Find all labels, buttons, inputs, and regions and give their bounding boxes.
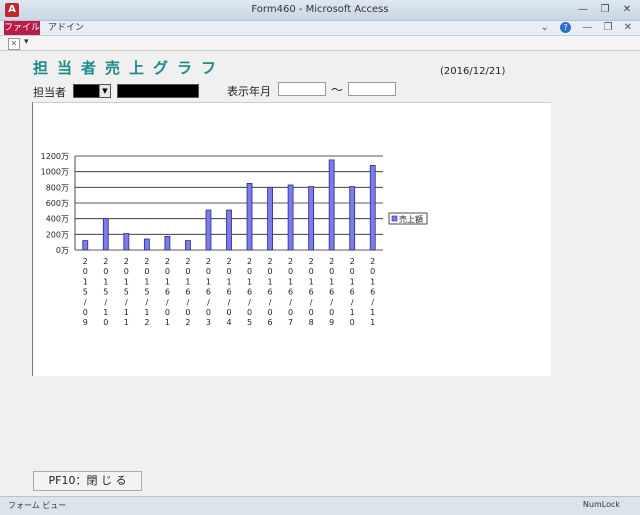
range-tilde: ～: [331, 83, 344, 97]
bar: [267, 186, 273, 251]
bar: [349, 186, 356, 251]
bar: [308, 186, 315, 251]
sales-chart-svg: 0万 200万 400万 600万 800万 1000万 1200万 2 0 1 5/0 9 2 0 1 5/…: [41, 152, 428, 327]
dropdown-arrow-icon[interactable]: ▼: [99, 85, 110, 97]
year-month-from-input[interactable]: [278, 82, 326, 96]
x-tick-label: 2 0 1 6/0 4: [226, 257, 231, 327]
close-window-button[interactable]: ✕: [618, 2, 636, 18]
close-form-button[interactable]: PF10：閉 じ る: [33, 471, 142, 491]
x-tick-label: 2 0 1 6/0 8: [309, 257, 314, 327]
x-tick-label: 2 0 1 6/0 3: [206, 257, 211, 327]
ribbon-tabs: ファイル アドイン ⌄ ? — ❐ ✕: [0, 21, 640, 36]
legend-swatch: [391, 215, 398, 222]
restore-button[interactable]: ❐: [596, 2, 614, 18]
x-tick-label: 2 0 1 6/0 7: [288, 257, 293, 327]
sales-chart: 0万 200万 400万 600万 800万 1000万 1200万 2 0 1 5/0 9 2 0 1 5/…: [32, 102, 551, 376]
window-title: Form460 - Microsoft Access: [251, 4, 389, 15]
staff-combobox[interactable]: ▼: [73, 84, 111, 98]
x-tick-label: 2 0 1 6/0 6: [268, 257, 273, 327]
y-tick-label: 800万: [46, 183, 69, 192]
x-tick-label: 2 0 1 6/0 1: [165, 257, 170, 327]
legend-label: 売上額: [399, 214, 423, 224]
tab-file[interactable]: ファイル: [4, 21, 40, 35]
close-form-icon[interactable]: ✕: [8, 38, 20, 50]
y-tick-label: 200万: [46, 230, 69, 239]
doc-minimize-button[interactable]: —: [582, 22, 592, 33]
bar: [123, 233, 130, 251]
x-tick-label: 2 0 1 6/0 2: [185, 257, 190, 327]
chevron-down-icon[interactable]: ▾: [24, 37, 29, 47]
bar: [369, 165, 376, 251]
ribbon-collapse-icon[interactable]: ⌄: [541, 22, 549, 33]
y-tick-label: 0万: [56, 246, 69, 255]
form-title: 担当者売上グラフ: [33, 59, 226, 77]
year-month-label: 表示年月: [227, 85, 271, 98]
x-tick-label: 2 0 1 5/1 0: [103, 257, 108, 327]
bar: [328, 159, 335, 251]
y-tick-label: 600万: [46, 199, 69, 208]
bar: [143, 238, 150, 251]
year-month-to-input[interactable]: [348, 82, 396, 96]
x-tick-label: 2 0 1 5/0 9: [83, 257, 88, 327]
view-mode-status: フォーム ビュー: [8, 501, 67, 510]
y-tick-label: 1200万: [41, 152, 69, 161]
staff-name-field: [117, 84, 199, 98]
status-bar: フォーム ビュー NumLock: [0, 496, 640, 515]
doc-close-button[interactable]: ✕: [624, 22, 632, 33]
help-icon[interactable]: ?: [560, 22, 572, 33]
tab-addin[interactable]: アドイン: [48, 21, 84, 35]
bar: [246, 183, 253, 251]
minimize-button[interactable]: —: [574, 2, 592, 18]
x-tick-label: 2 0 1 6/1 1: [370, 257, 375, 327]
x-tick-label: 2 0 1 6/0 5: [247, 257, 252, 327]
y-tick-label: 400万: [46, 215, 69, 224]
document-bar: ✕ ▾: [0, 36, 640, 51]
ribbon-controls: ⌄ ? — ❐ ✕: [533, 21, 632, 35]
report-date: (2016/12/21): [440, 66, 506, 77]
y-tick-label: 1000万: [41, 168, 69, 177]
numlock-status: NumLock: [582, 500, 620, 509]
staff-label: 担当者: [33, 86, 66, 99]
bar: [82, 240, 89, 251]
x-tick-label: 2 0 1 6/1 0: [350, 257, 355, 327]
x-tick-label: 2 0 1 5/1 2: [144, 257, 149, 327]
bar: [185, 240, 191, 251]
bar: [164, 235, 171, 251]
title-bar: A Form460 - Microsoft Access — ❐ ✕: [0, 0, 640, 21]
x-tick-label: 2 0 1 6/0 9: [329, 257, 334, 327]
doc-restore-button[interactable]: ❐: [603, 22, 612, 33]
x-tick-label: 2 0 1 5/1 1: [124, 257, 129, 327]
bar: [102, 218, 109, 251]
bar: [226, 209, 232, 251]
bar: [205, 209, 212, 251]
bar: [287, 184, 294, 251]
